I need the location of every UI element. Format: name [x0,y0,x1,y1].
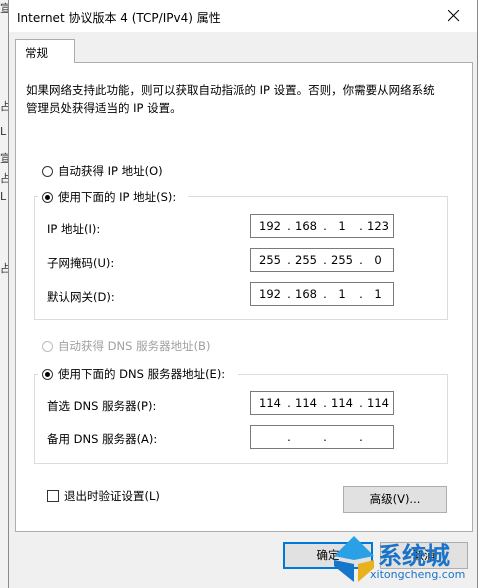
octet: 192 [259,287,281,301]
octet: 1 [338,287,346,301]
radio-label: 自动获得 DNS 服务器地址(B) [58,339,211,353]
close-button[interactable] [431,0,477,32]
window-title: Internet 协议版本 4 (TCP/IPv4) 属性 [17,11,221,25]
radio-manual-dns[interactable]: 使用下面的 DNS 服务器地址(E): [42,366,225,382]
radio-auto-ip[interactable]: 自动获得 IP 地址(O) [42,163,163,179]
octet-separator: . [323,430,327,444]
default-gateway-input[interactable]: 192 . 168 . 1 . 1 [250,282,394,306]
octet: 123 [367,219,389,233]
alternate-dns-input[interactable]: . . . [250,425,394,449]
radio-circle-selected [42,368,53,380]
radio-circle [42,165,53,177]
title-bar: Internet 协议版本 4 (TCP/IPv4) 属性 [9,0,477,32]
tab-general[interactable]: 常规 [15,39,75,63]
radio-label: 自动获得 IP 地址(O) [58,164,163,178]
validate-on-exit-checkbox[interactable]: 退出时验证设置(L) [47,488,160,504]
octet: 114 [259,396,281,410]
preferred-dns-label: 首选 DNS 服务器(P): [47,399,157,413]
octet-separator: . [359,430,363,444]
octet: 255 [259,253,281,267]
description-text: 如果网络支持此功能，则可以获取自动指派的 IP 设置。否则，你需要从网络系统管理… [26,83,435,115]
octet: 114 [295,396,317,410]
octet: 0 [374,253,382,267]
watermark: 系统城 xitongcheng.com [330,530,479,588]
subnet-mask-input[interactable]: 255 . 255 . 255 . 0 [250,248,394,272]
octet: 1 [338,219,346,233]
octet: 255 [295,253,317,267]
ip-address-label: IP 地址(I): [47,222,101,236]
background-text: L [0,125,7,138]
preferred-dns-input[interactable]: 114 . 114 . 114 . 114 [250,391,394,415]
default-gateway-label: 默认网关(D): [47,290,115,304]
octet: 255 [331,253,353,267]
dns-group-box [34,374,448,464]
watermark-url: xitongcheng.com [370,568,466,581]
ip-address-input[interactable]: 192 . 168 . 1 . 123 [250,214,394,238]
radio-label: 使用下面的 IP 地址(S): [58,190,177,204]
button-label: 高级(V)... [369,492,421,506]
radio-circle-disabled [42,340,53,352]
radio-auto-dns[interactable]: 自动获得 DNS 服务器地址(B) [42,338,210,354]
octet: 168 [295,219,317,233]
subnet-mask-label: 子网掩码(U): [47,256,115,270]
tab-label: 常规 [25,46,48,60]
alternate-dns-label: 备用 DNS 服务器(A): [47,432,158,446]
octet-separator: . [287,430,291,444]
advanced-button[interactable]: 高级(V)... [343,486,447,513]
watermark-brand: 系统城 [378,542,450,570]
radio-circle-selected [42,191,53,203]
close-icon [448,10,460,22]
octet: 168 [295,287,317,301]
checkbox-label: 退出时验证设置(L) [64,489,160,503]
octet: 192 [259,219,281,233]
background-text: L [0,190,7,203]
checkbox-box [47,490,59,502]
octet: 114 [367,396,389,410]
octet: 1 [374,287,382,301]
octet: 114 [331,396,353,410]
radio-label: 使用下面的 DNS 服务器地址(E): [58,367,226,381]
radio-manual-ip[interactable]: 使用下面的 IP 地址(S): [42,189,176,205]
